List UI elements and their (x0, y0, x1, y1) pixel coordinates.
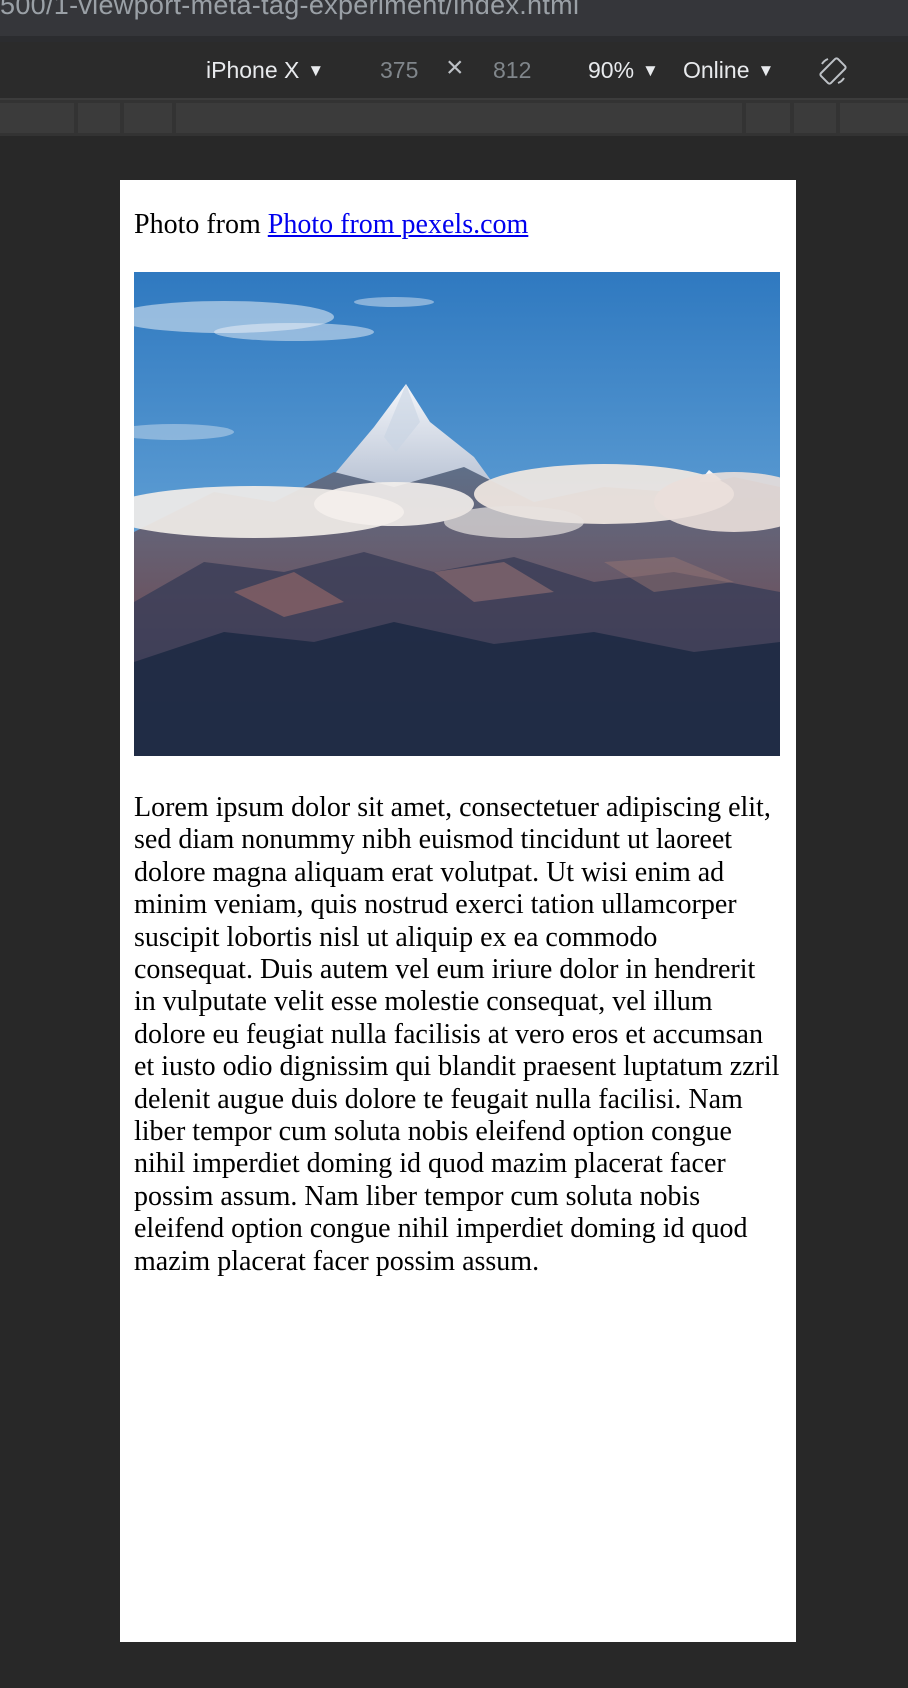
height-input[interactable]: 812 (493, 57, 531, 84)
media-query-segment[interactable] (78, 103, 120, 133)
throttling-value: Online (683, 57, 750, 83)
rotate-device-icon[interactable] (818, 56, 848, 86)
page-content: Photo from Photo from pexels.com Lorem i… (134, 180, 782, 1278)
width-input[interactable]: 375 (380, 57, 418, 84)
chevron-down-icon: ▼ (757, 61, 775, 80)
photo-credit: Photo from Photo from pexels.com (134, 208, 782, 242)
times-icon: × (446, 51, 464, 84)
lorem-paragraph: Lorem ipsum dolor sit amet, consectetuer… (134, 792, 780, 1277)
zoom-value: 90% (588, 57, 635, 83)
address-bar[interactable]: 500/1-viewport-meta-tag-experiment/index… (0, 0, 908, 42)
url-text[interactable]: 500/1-viewport-meta-tag-experiment/index… (0, 0, 579, 21)
throttling-select[interactable]: Online ▼ (683, 57, 774, 84)
media-query-bar (0, 100, 908, 136)
media-query-segment[interactable] (176, 103, 742, 133)
media-query-segment[interactable] (124, 103, 172, 133)
device-select[interactable]: iPhone X ▼ (206, 57, 324, 84)
device-viewport[interactable]: Photo from Photo from pexels.com Lorem i… (120, 180, 796, 1642)
media-query-segment[interactable] (746, 103, 790, 133)
media-query-segment[interactable] (0, 103, 74, 133)
device-name: iPhone X (206, 57, 300, 83)
media-query-segment[interactable] (794, 103, 836, 133)
chevron-down-icon: ▼ (642, 61, 659, 80)
zoom-select[interactable]: 90% ▼ (588, 57, 659, 84)
pexels-link[interactable]: Photo from pexels.com (268, 209, 529, 240)
credit-prefix: Photo from (134, 209, 261, 240)
chevron-down-icon: ▼ (307, 61, 325, 80)
device-toolbar: iPhone X ▼ 375 × 812 90% ▼ Online ▼ (0, 42, 908, 100)
mountain-photo (134, 272, 780, 756)
media-query-segment[interactable] (840, 103, 908, 133)
